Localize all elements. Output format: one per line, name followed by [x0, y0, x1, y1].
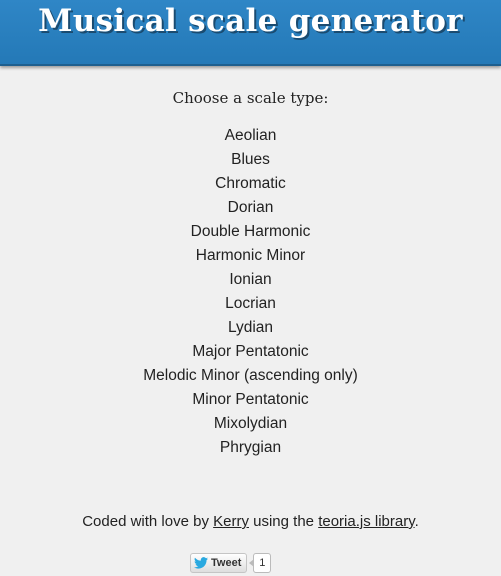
scale-option-lydian[interactable]: Lydian	[0, 316, 501, 340]
scale-option-mixolydian[interactable]: Mixolydian	[0, 412, 501, 436]
scale-option-ionian[interactable]: Ionian	[0, 268, 501, 292]
tweet-widget: Tweet 1	[190, 553, 272, 573]
scale-option-chromatic[interactable]: Chromatic	[0, 172, 501, 196]
page-title: Musical scale generator	[38, 3, 463, 39]
library-link[interactable]: teoria.js library	[318, 513, 414, 530]
scale-option-aeolian[interactable]: Aeolian	[0, 124, 501, 148]
scale-option-blues[interactable]: Blues	[0, 148, 501, 172]
tweet-count: 1	[249, 553, 272, 573]
tweet-button-label: Tweet	[211, 557, 242, 569]
footer-credits: Coded with love by Kerry using the teori…	[0, 513, 501, 530]
scale-option-double-harmonic[interactable]: Double Harmonic	[0, 220, 501, 244]
page-header: Musical scale generator	[0, 0, 501, 66]
scale-option-major-pentatonic[interactable]: Major Pentatonic	[0, 340, 501, 364]
tweet-button[interactable]: Tweet	[190, 553, 248, 573]
scale-option-dorian[interactable]: Dorian	[0, 196, 501, 220]
author-link[interactable]: Kerry	[213, 513, 249, 530]
footer-prefix: Coded with love by	[82, 513, 214, 530]
scale-option-minor-pentatonic[interactable]: Minor Pentatonic	[0, 388, 501, 412]
scale-option-phrygian[interactable]: Phrygian	[0, 436, 501, 460]
scale-option-locrian[interactable]: Locrian	[0, 292, 501, 316]
footer-middle: using the	[248, 513, 319, 530]
scale-option-harmonic-minor[interactable]: Harmonic Minor	[0, 244, 501, 268]
footer-suffix: .	[414, 513, 419, 530]
scale-type-prompt: Choose a scale type:	[172, 89, 329, 107]
scale-option-melodic-minor[interactable]: Melodic Minor (ascending only)	[0, 364, 501, 388]
scale-type-list: Aeolian Blues Chromatic Dorian Double Ha…	[0, 124, 501, 460]
twitter-bird-icon	[194, 557, 208, 569]
